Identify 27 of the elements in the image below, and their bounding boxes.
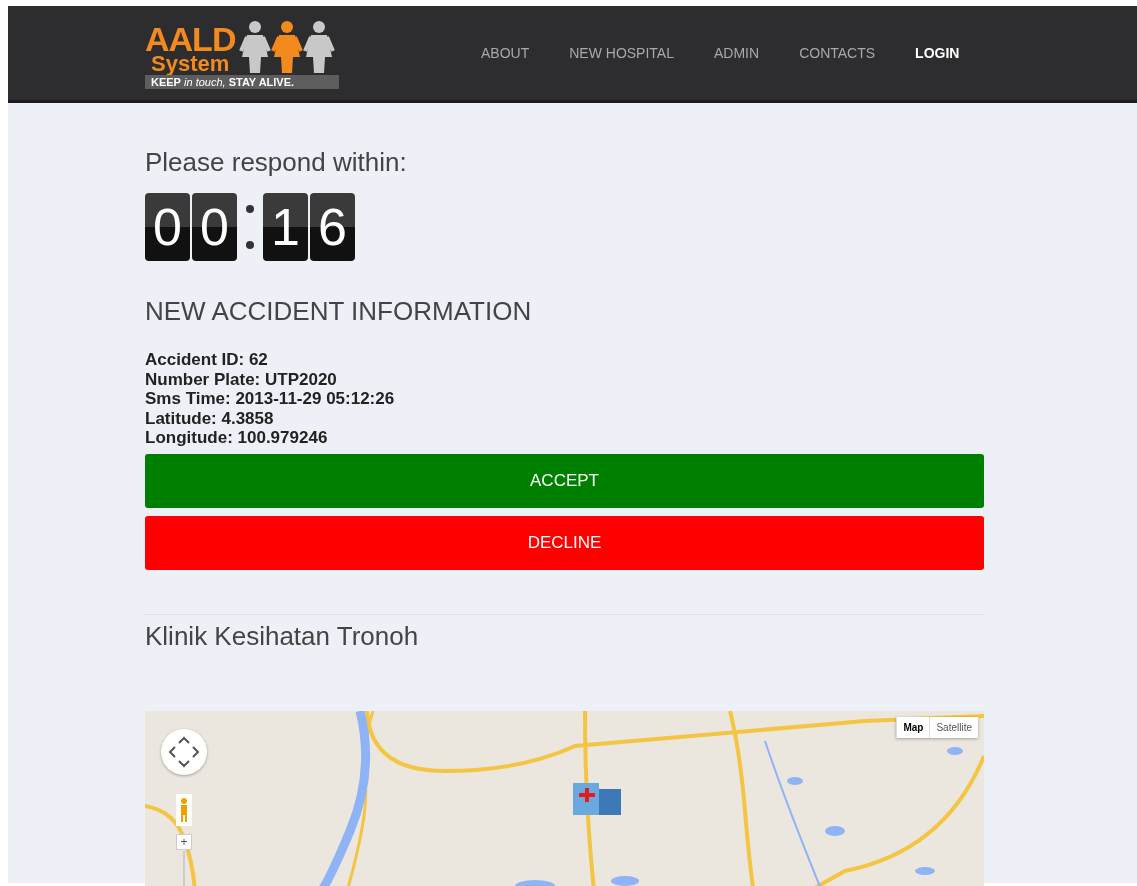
decline-button[interactable]: DECLINE — [145, 515, 984, 570]
nav-link[interactable]: ABOUT — [481, 45, 530, 61]
info-line: Sms Time: 2013-11-29 05:12:26 — [145, 389, 396, 409]
digit-card: 0 — [145, 193, 190, 261]
respond-label: Please respond within: — [145, 147, 408, 179]
info-line: Number Plate: UTP2020 — [145, 369, 338, 389]
info-line: Accident ID: 62 — [145, 350, 269, 370]
people-icon — [239, 19, 336, 75]
digit-card: 1 — [263, 193, 308, 261]
nav-link[interactable]: NEW HOSPITAL — [569, 45, 674, 61]
nav-link[interactable]: CONTACTS — [799, 45, 876, 61]
digit-card: 0 — [192, 193, 237, 261]
logo[interactable]: AALD System KEEP in touch, STAY ALIVE. — [145, 17, 341, 89]
logo-tagline: KEEP in touch, STAY ALIVE. — [145, 75, 339, 89]
colon-icon — [245, 202, 255, 252]
logo-title: AALD — [145, 22, 236, 56]
map-type-button[interactable]: Satellite — [929, 716, 978, 738]
map-type-button[interactable]: Map — [896, 716, 930, 738]
hospital-name: Klinik Kesihatan Tronoh — [145, 620, 420, 653]
accept-button[interactable]: ACCEPT — [145, 453, 984, 508]
logo-subtitle: System — [151, 53, 231, 75]
info-line: Latitude: 4.3858 — [145, 408, 275, 428]
nav-link[interactable]: LOGIN — [915, 45, 960, 61]
info-line: Longitude: 100.979246 — [145, 428, 329, 448]
nav-link[interactable]: ADMIN — [714, 45, 760, 61]
section-title: NEW ACCIDENT INFORMATION — [145, 296, 533, 328]
digit-card: 6 — [310, 193, 355, 261]
